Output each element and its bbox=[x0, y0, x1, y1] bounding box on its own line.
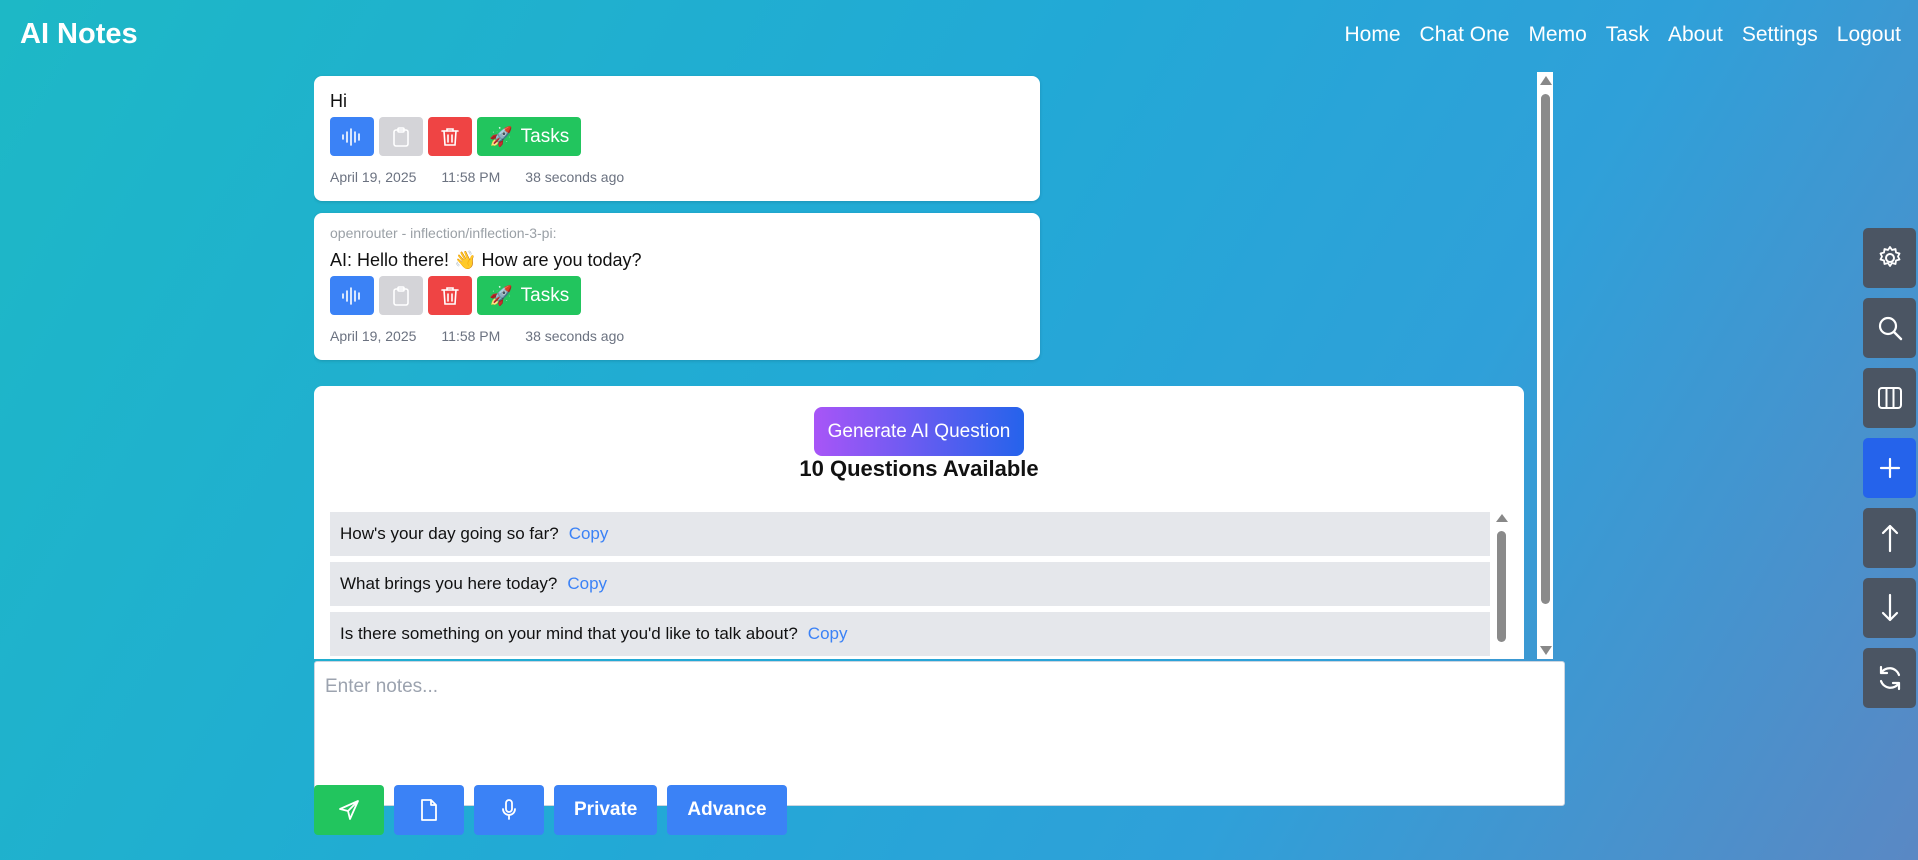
message-text: Hi bbox=[330, 91, 347, 111]
trash-icon bbox=[441, 127, 459, 146]
message-date: April 19, 2025 bbox=[330, 328, 417, 344]
question-item: Is there something on your mind that you… bbox=[330, 612, 1490, 656]
chat-area: Hi 🚀 Tasks April 19, 2025 11:58 PM 38 se… bbox=[314, 70, 1554, 659]
question-text: Is there something on your mind that you… bbox=[340, 624, 798, 643]
nav-settings[interactable]: Settings bbox=[1742, 23, 1818, 47]
rocket-icon: 🚀 bbox=[489, 285, 513, 307]
question-item: What brings you here today? Copy bbox=[330, 562, 1490, 606]
scroll-bottom-button[interactable] bbox=[1863, 578, 1916, 638]
question-list: How's your day going so far? Copy What b… bbox=[330, 512, 1490, 659]
copy-question-link[interactable]: Copy bbox=[808, 624, 848, 644]
document-button[interactable] bbox=[394, 785, 464, 835]
send-button[interactable] bbox=[314, 785, 384, 835]
message-meta: April 19, 2025 11:58 PM 38 seconds ago bbox=[330, 328, 1024, 344]
tasks-button[interactable]: 🚀 Tasks bbox=[477, 117, 582, 156]
message-card: openrouter - inflection/inflection-3-pi:… bbox=[314, 213, 1040, 360]
top-nav: Home Chat One Memo Task About Settings L… bbox=[1345, 23, 1901, 47]
question-scrollbar[interactable] bbox=[1494, 514, 1508, 659]
message-time: 11:58 PM bbox=[441, 169, 501, 185]
nav-memo[interactable]: Memo bbox=[1528, 23, 1586, 47]
add-button[interactable] bbox=[1863, 438, 1916, 498]
delete-button[interactable] bbox=[428, 276, 472, 315]
input-toolbar: Private Advance bbox=[314, 785, 787, 835]
scroll-top-button[interactable] bbox=[1863, 508, 1916, 568]
question-item: How's your day going so far? Copy bbox=[330, 512, 1490, 556]
message-ago: 38 seconds ago bbox=[525, 169, 625, 185]
copy-message-button[interactable] bbox=[379, 117, 423, 156]
message-card: Hi 🚀 Tasks April 19, 2025 11:58 PM 38 se… bbox=[314, 76, 1040, 201]
message-time: 11:58 PM bbox=[441, 328, 501, 344]
refresh-button[interactable] bbox=[1863, 648, 1916, 708]
audio-wave-icon bbox=[342, 286, 360, 305]
chat-scrollbar[interactable] bbox=[1537, 72, 1553, 659]
nav-task[interactable]: Task bbox=[1606, 23, 1649, 47]
rocket-icon: 🚀 bbox=[489, 126, 513, 148]
model-label: openrouter - inflection/inflection-3-pi: bbox=[330, 225, 557, 241]
delete-button[interactable] bbox=[428, 117, 472, 156]
columns-button[interactable] bbox=[1863, 368, 1916, 428]
microphone-button[interactable] bbox=[474, 785, 544, 835]
question-panel: Generate AI Question 10 Questions Availa… bbox=[314, 386, 1524, 659]
message-text: AI: Hello there! 👋 How are you today? bbox=[330, 250, 642, 270]
audio-wave-icon bbox=[342, 127, 360, 146]
copy-question-link[interactable]: Copy bbox=[567, 574, 607, 594]
nav-about[interactable]: About bbox=[1668, 23, 1723, 47]
microphone-icon bbox=[502, 799, 516, 820]
clipboard-icon bbox=[393, 126, 409, 147]
columns-icon bbox=[1877, 387, 1902, 409]
message-actions: 🚀 Tasks bbox=[330, 276, 1024, 315]
message-meta: April 19, 2025 11:58 PM 38 seconds ago bbox=[330, 169, 1024, 185]
tasks-label: Tasks bbox=[520, 284, 570, 306]
message-actions: 🚀 Tasks bbox=[330, 117, 1024, 156]
speak-button[interactable] bbox=[330, 276, 374, 315]
question-text: What brings you here today? bbox=[340, 574, 558, 593]
generate-question-button[interactable]: Generate AI Question bbox=[814, 407, 1024, 456]
nav-chat-one[interactable]: Chat One bbox=[1420, 23, 1510, 47]
arrow-up-icon bbox=[1881, 524, 1898, 553]
settings-button[interactable] bbox=[1863, 228, 1916, 288]
plus-icon bbox=[1879, 457, 1900, 479]
private-button[interactable]: Private bbox=[554, 785, 658, 835]
questions-count: 10 Questions Available bbox=[799, 456, 1039, 481]
nav-home[interactable]: Home bbox=[1345, 23, 1401, 47]
scroll-thumb[interactable] bbox=[1541, 94, 1550, 604]
arrow-down-icon bbox=[1881, 593, 1898, 622]
gear-icon bbox=[1879, 246, 1900, 267]
tasks-label: Tasks bbox=[520, 125, 570, 147]
scroll-up-arrow-icon[interactable] bbox=[1496, 514, 1508, 522]
search-button[interactable] bbox=[1863, 298, 1916, 358]
question-text: How's your day going so far? bbox=[340, 524, 559, 543]
search-icon bbox=[1878, 316, 1902, 341]
clipboard-icon bbox=[393, 285, 409, 306]
side-toolbar bbox=[1863, 228, 1916, 708]
scroll-down-arrow-icon[interactable] bbox=[1540, 646, 1552, 655]
speak-button[interactable] bbox=[330, 117, 374, 156]
trash-icon bbox=[441, 286, 459, 305]
copy-question-link[interactable]: Copy bbox=[569, 524, 609, 544]
refresh-icon bbox=[1879, 665, 1900, 691]
copy-message-button[interactable] bbox=[379, 276, 423, 315]
message-date: April 19, 2025 bbox=[330, 169, 417, 185]
message-ago: 38 seconds ago bbox=[525, 328, 625, 344]
nav-logout[interactable]: Logout bbox=[1837, 23, 1901, 47]
send-icon bbox=[339, 800, 359, 820]
scroll-thumb[interactable] bbox=[1497, 531, 1506, 642]
app-title: AI Notes bbox=[20, 18, 138, 50]
scroll-up-arrow-icon[interactable] bbox=[1540, 76, 1552, 85]
tasks-button[interactable]: 🚀 Tasks bbox=[477, 276, 582, 315]
advance-button[interactable]: Advance bbox=[667, 785, 787, 835]
document-icon bbox=[421, 799, 437, 821]
